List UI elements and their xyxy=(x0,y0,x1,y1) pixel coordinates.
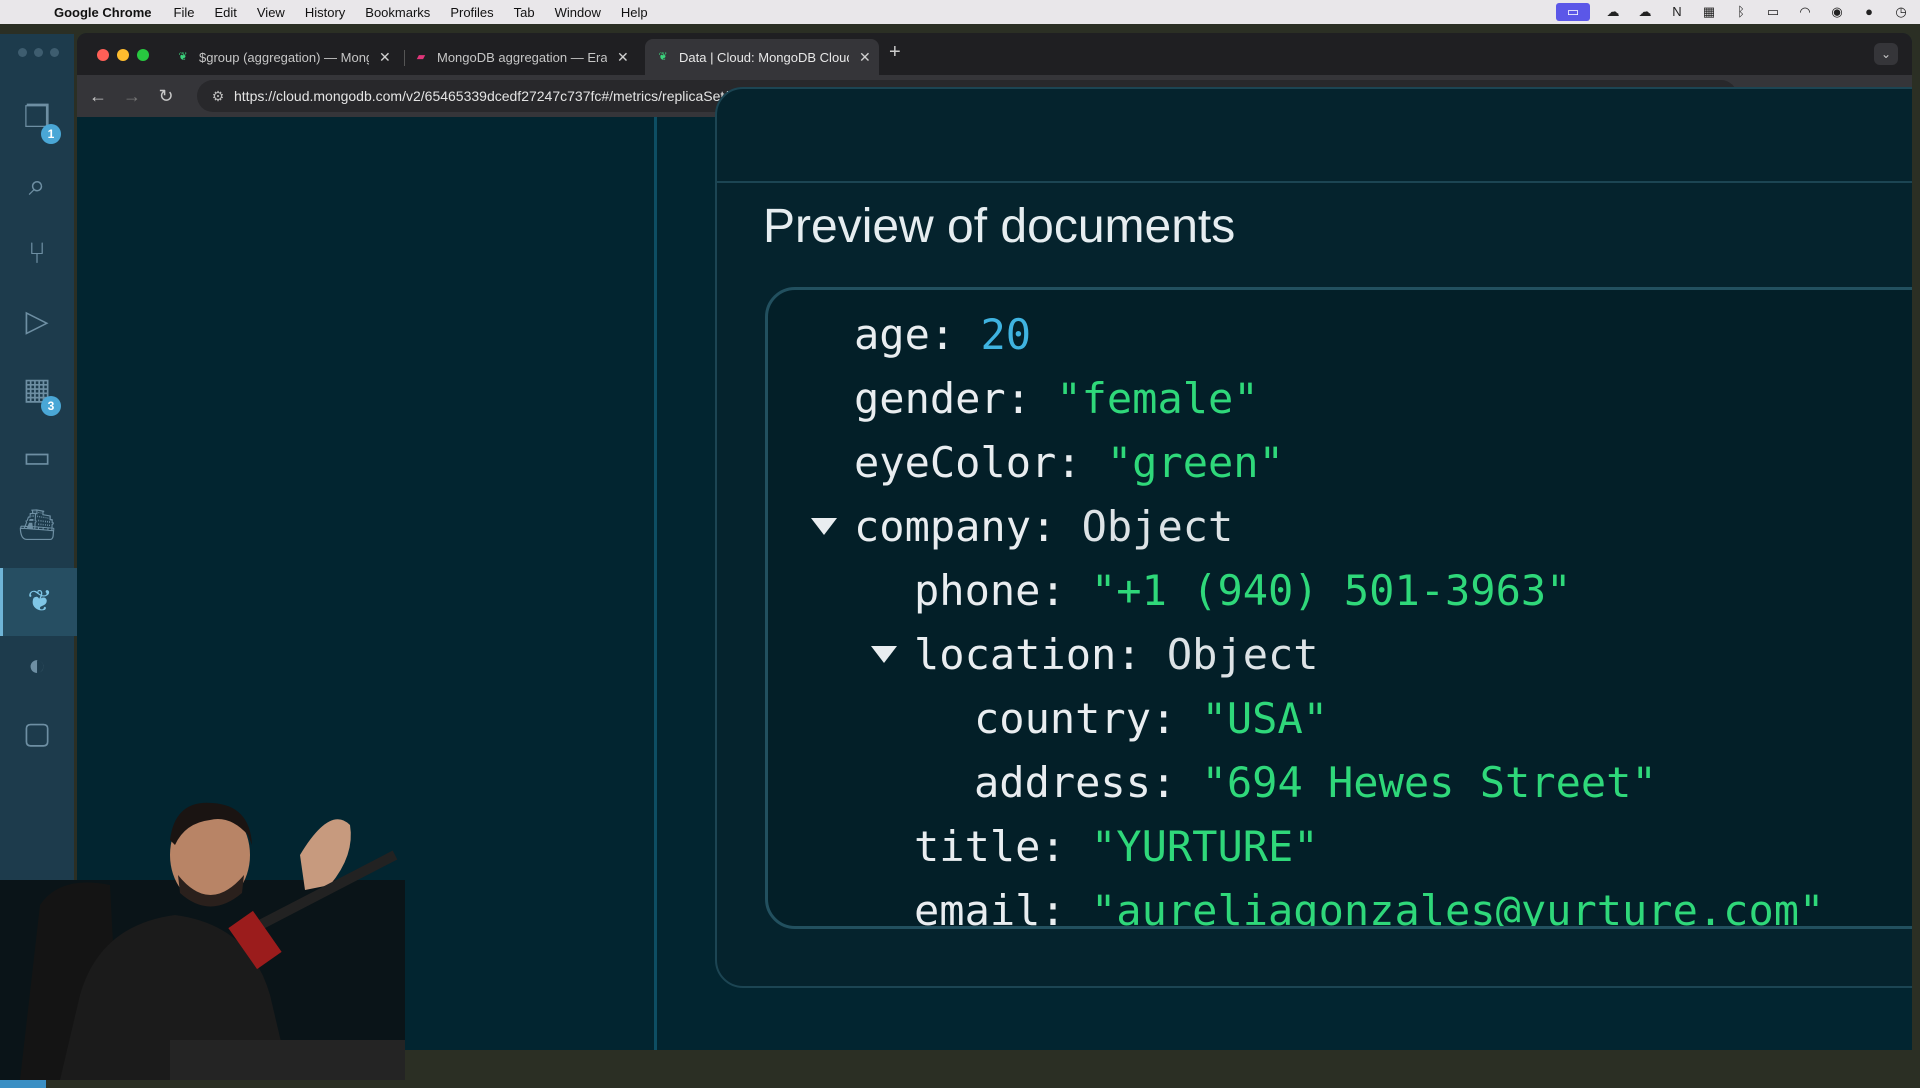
menu-profiles[interactable]: Profiles xyxy=(450,5,493,20)
extensions-badge: 3 xyxy=(41,396,61,416)
screen-recording-icon[interactable]: ▭ xyxy=(1556,3,1590,21)
run-debug-icon[interactable]: ▷ xyxy=(17,302,57,342)
bluetooth-icon[interactable]: ᛒ xyxy=(1732,3,1750,21)
field-value: "aureliagonzales@yurture.com" xyxy=(1091,886,1825,929)
site-info-icon[interactable]: ⚙ xyxy=(209,87,227,105)
field-value: "694 Hewes Street" xyxy=(1201,758,1657,807)
mongodb-leaf-icon[interactable]: ❦ xyxy=(0,568,77,636)
wifi-icon[interactable]: ◠ xyxy=(1796,3,1814,21)
field-value: Object xyxy=(1081,502,1234,551)
field-value: "green" xyxy=(1106,438,1284,487)
field-key: company: xyxy=(854,502,1057,551)
chat-icon[interactable]: ▢ xyxy=(17,714,57,754)
field-value: "YURTURE" xyxy=(1091,822,1319,871)
tab-data-cloud[interactable]: ❦ Data | Cloud: MongoDB Cloud ✕ xyxy=(645,39,879,75)
menu-tab[interactable]: Tab xyxy=(514,5,535,20)
extensions-icon[interactable]: ▦ 3 xyxy=(17,370,61,416)
control-center-icon[interactable]: ◉ xyxy=(1828,3,1846,21)
field-key: gender: xyxy=(854,374,1032,423)
collapse-company-icon[interactable] xyxy=(811,518,837,535)
keyboard xyxy=(170,1040,405,1080)
field-title: title: "YURTURE" xyxy=(914,822,1319,871)
forward-arrow-icon[interactable]: → xyxy=(121,85,143,107)
field-value: "USA" xyxy=(1201,694,1329,743)
presenter-webcam-overlay xyxy=(0,802,405,1080)
field-key: age: xyxy=(854,310,956,359)
vscode-window-controls xyxy=(18,48,59,57)
menu-window[interactable]: Window xyxy=(555,5,601,20)
field-key: country: xyxy=(974,694,1177,743)
field-location[interactable]: location: Object xyxy=(914,630,1319,679)
new-tab-button[interactable]: + xyxy=(889,41,901,64)
display-icon[interactable]: ▭ xyxy=(1764,3,1782,21)
field-email: email: "aureliagonzales@yurture.com" xyxy=(914,886,1825,929)
window-traffic-lights xyxy=(97,49,149,61)
menu-file[interactable]: File xyxy=(174,5,195,20)
field-key: phone: xyxy=(914,566,1066,615)
divider-line xyxy=(654,117,657,1050)
menu-app-name[interactable]: Google Chrome xyxy=(54,5,152,20)
field-value: 20 xyxy=(980,310,1032,359)
tab-close-icon[interactable]: ✕ xyxy=(379,49,391,66)
cloud-sync-icon[interactable]: ☁ xyxy=(1636,3,1654,21)
preview-heading: Preview of documents xyxy=(763,200,1236,253)
tab-separator xyxy=(404,50,405,66)
siri-icon[interactable]: ● xyxy=(1860,3,1878,21)
docker-icon[interactable]: ⛴ xyxy=(17,506,57,546)
clock-icon[interactable]: ◷ xyxy=(1892,3,1910,21)
collapse-location-icon[interactable] xyxy=(871,646,897,663)
field-age: age: 20 xyxy=(854,310,1031,359)
field-eyecolor: eyeColor: "green" xyxy=(854,438,1284,487)
field-address: address: "694 Hewes Street" xyxy=(974,758,1657,807)
grid-app-icon[interactable]: ▦ xyxy=(1700,3,1718,21)
tab-group-aggregation[interactable]: ❦ $group (aggregation) — Mong ✕ xyxy=(177,39,407,75)
eraser-favicon-icon: ▰ xyxy=(416,51,426,63)
explorer-icon[interactable]: ❐ 1 xyxy=(17,98,61,144)
tab-mongodb-aggregation[interactable]: ▰ MongoDB aggregation — Eras ✕ xyxy=(415,39,645,75)
apple-menu-icon[interactable] xyxy=(18,3,36,21)
field-country: country: "USA" xyxy=(974,694,1328,743)
menu-edit[interactable]: Edit xyxy=(214,5,236,20)
minimize-window-button[interactable] xyxy=(117,49,129,61)
explorer-badge: 1 xyxy=(41,124,61,144)
menubar-status-area: ▭ ☁ ☁ N ▦ ᛒ ▭ ◠ ◉ ● ◷ xyxy=(1556,3,1910,21)
creative-cloud-icon[interactable]: ☁ xyxy=(1604,3,1622,21)
tab-title: MongoDB aggregation — Eras xyxy=(437,49,607,65)
field-key: eyeColor: xyxy=(854,438,1082,487)
mongodb-favicon-icon: ❦ xyxy=(658,51,668,63)
close-window-button[interactable] xyxy=(97,49,109,61)
mongodb-favicon-icon: ❦ xyxy=(178,51,188,63)
field-company[interactable]: company: Object xyxy=(854,502,1233,551)
menu-bookmarks[interactable]: Bookmarks xyxy=(365,5,430,20)
reload-icon[interactable]: ↻ xyxy=(155,85,177,107)
field-gender: gender: "female" xyxy=(854,374,1259,423)
tab-title: Data | Cloud: MongoDB Cloud xyxy=(679,49,849,65)
macos-menubar: Google Chrome File Edit View History Boo… xyxy=(0,0,1920,24)
menu-view[interactable]: View xyxy=(257,5,285,20)
menu-help[interactable]: Help xyxy=(621,5,648,20)
field-key: location: xyxy=(914,630,1142,679)
document-preview-card: age: 20 gender: "female" eyeColor: "gree… xyxy=(765,287,1912,929)
thunder-client-icon[interactable]: ◐ xyxy=(17,646,57,686)
field-key: address: xyxy=(974,758,1177,807)
notion-icon[interactable]: N xyxy=(1668,3,1686,21)
remote-explorer-icon[interactable]: ▭ xyxy=(17,438,57,478)
back-arrow-icon[interactable]: ← xyxy=(87,85,109,107)
panel-divider xyxy=(717,181,1912,183)
tab-close-icon[interactable]: ✕ xyxy=(859,49,871,66)
field-value: Object xyxy=(1166,630,1319,679)
search-icon[interactable]: ⌕ xyxy=(17,166,57,206)
tab-strip: ❦ $group (aggregation) — Mong ✕ ▰ MongoD… xyxy=(77,33,1912,75)
tab-close-icon[interactable]: ✕ xyxy=(617,49,629,66)
zoom-window-button[interactable] xyxy=(137,49,149,61)
field-key: title: xyxy=(914,822,1066,871)
field-value: "female" xyxy=(1056,374,1259,423)
field-phone: phone: "+1 (940) 501-3963" xyxy=(914,566,1571,615)
tab-search-button[interactable]: ⌄ xyxy=(1874,43,1898,65)
field-value: "+1 (940) 501-3963" xyxy=(1091,566,1572,615)
source-control-icon[interactable]: ⑂ xyxy=(17,234,57,274)
field-key: email: xyxy=(914,886,1066,929)
tab-title: $group (aggregation) — Mong xyxy=(199,49,369,65)
menu-history[interactable]: History xyxy=(305,5,345,20)
